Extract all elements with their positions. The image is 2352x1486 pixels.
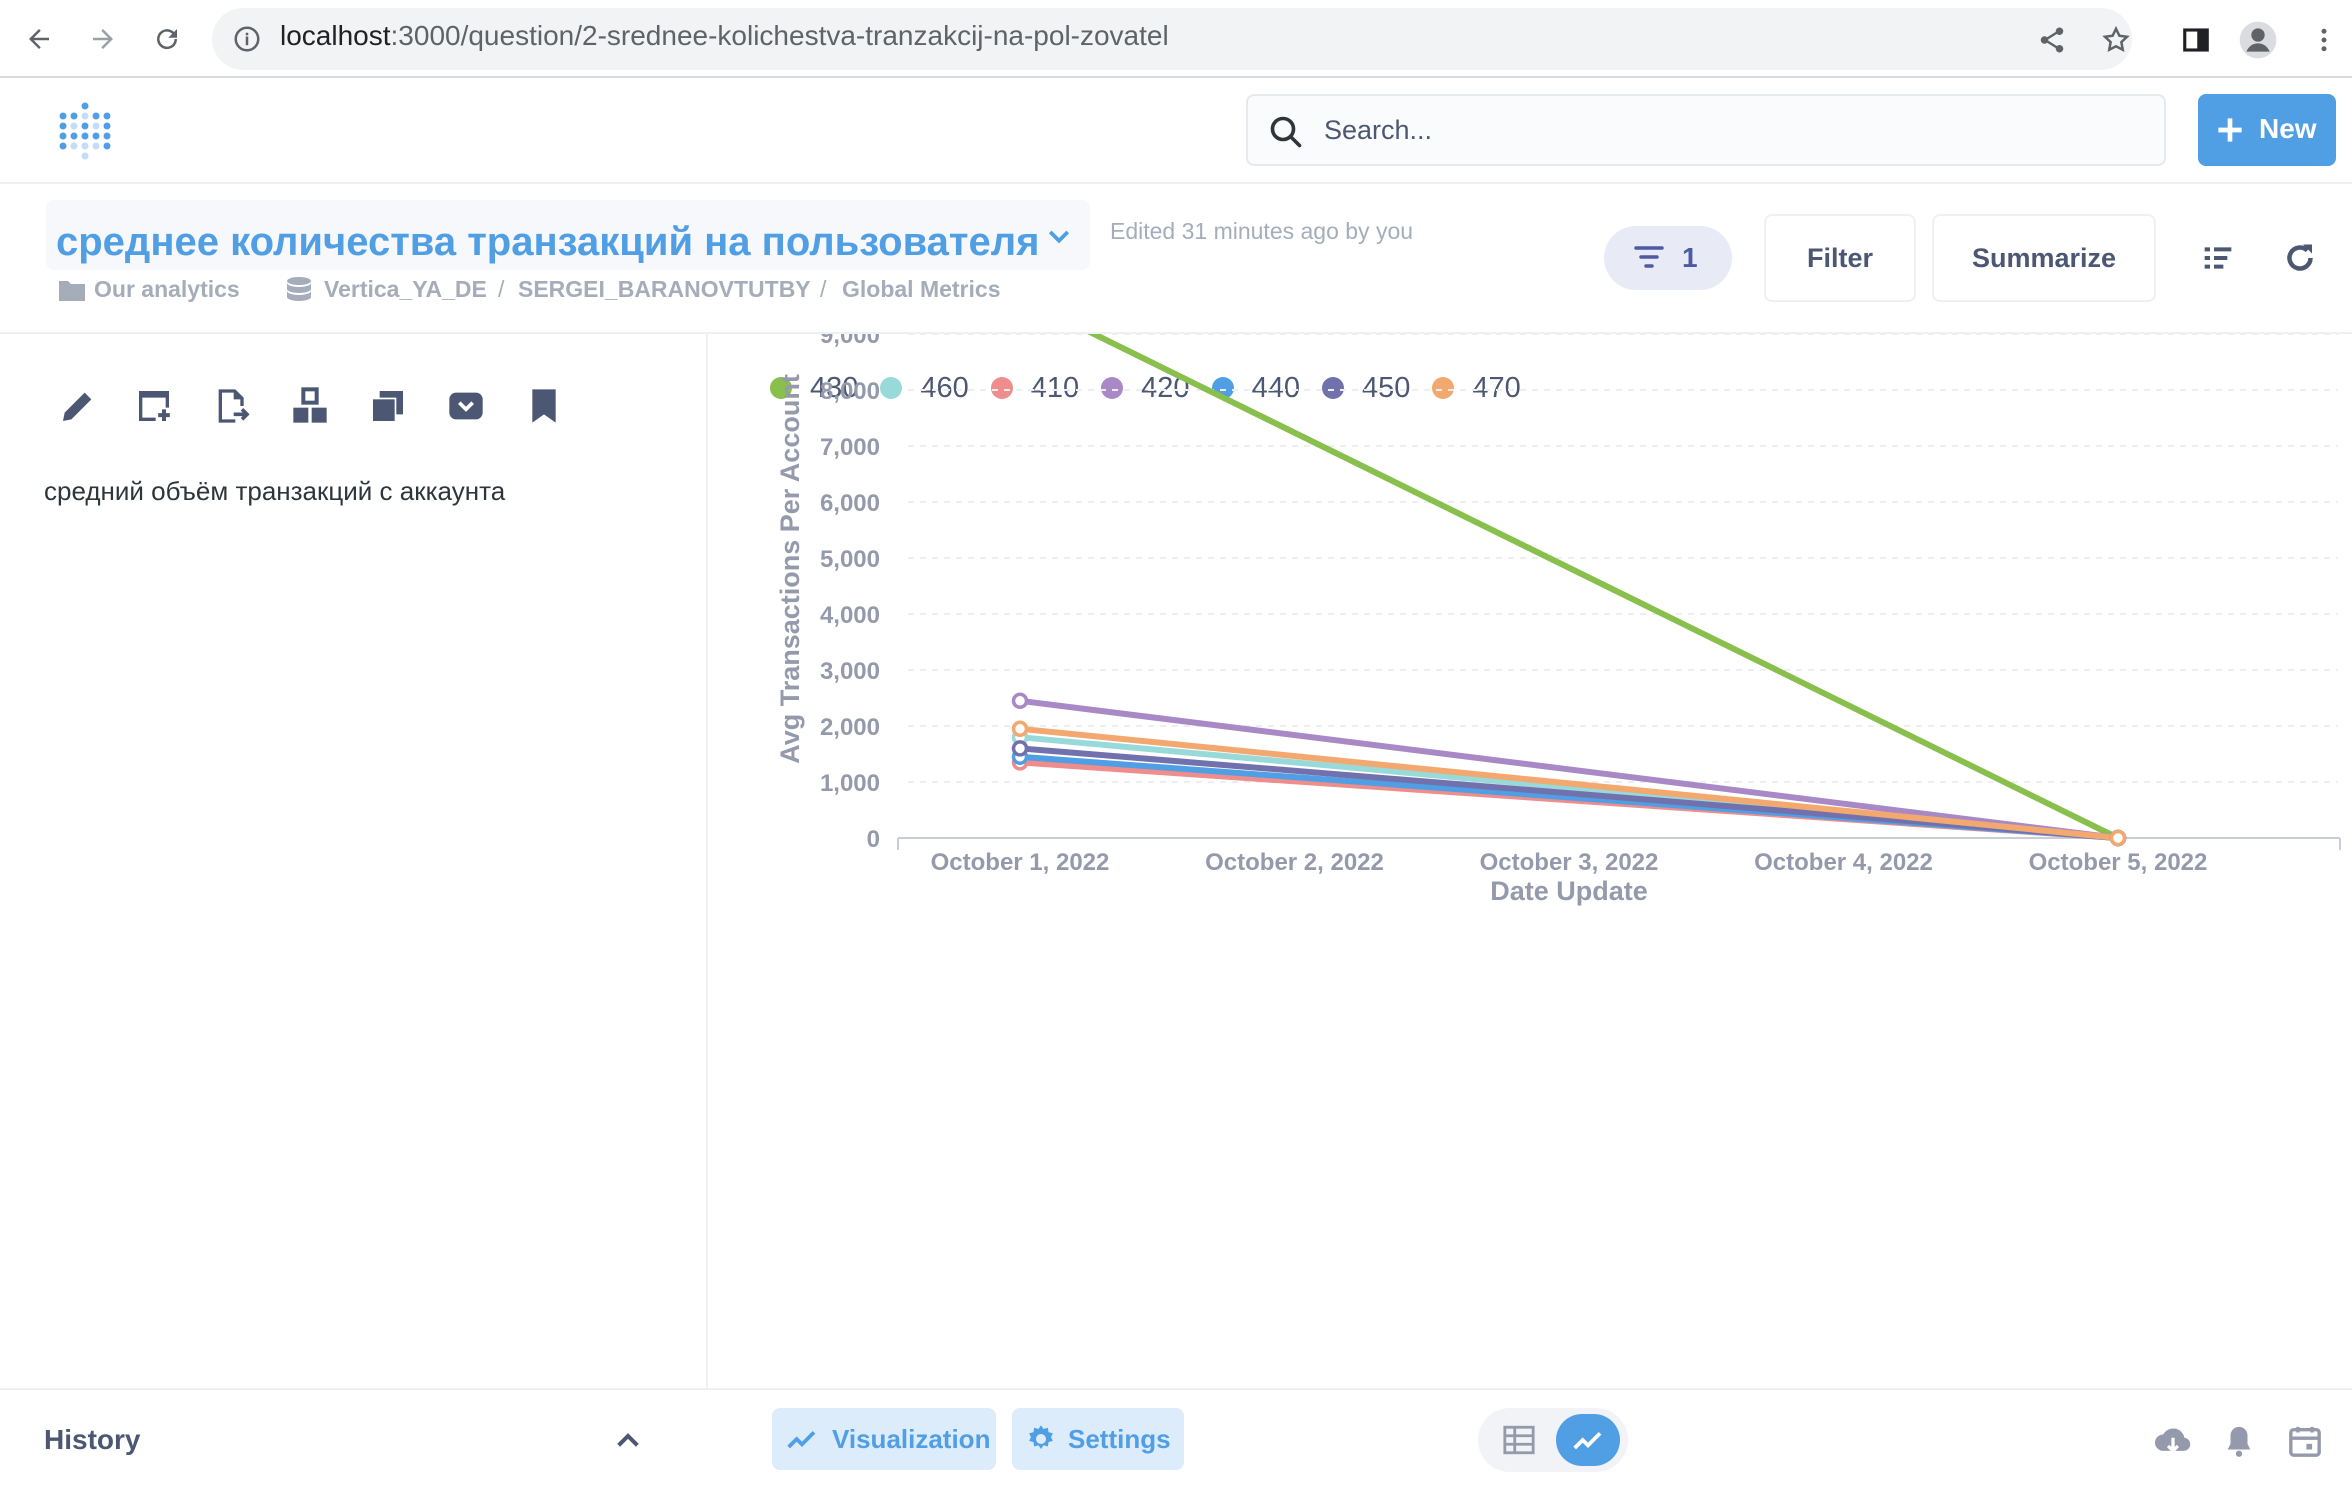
url-host: localhost (280, 20, 391, 51)
y-tick-label: 7,000 (820, 434, 880, 461)
visualization-button[interactable]: Visualization (772, 1408, 996, 1470)
chart-container: 430 460 410 420 440 450 470 0 1,000 2,000 3,000 4,… (708, 334, 2352, 1388)
filter-count-pill[interactable]: 1 (1604, 226, 1732, 290)
chevron-up-icon[interactable] (612, 1424, 644, 1461)
view-toggle[interactable] (1478, 1408, 1628, 1472)
new-button-label: New (2259, 113, 2317, 144)
edited-info[interactable]: Edited 31 minutes ago by you (1110, 218, 1413, 245)
info-sidebar: средний объём транзакций с аккаунта (0, 334, 708, 1388)
question-header: среднее количества транзакций на пользов… (0, 184, 2352, 334)
notebook-editor-icon[interactable] (2202, 242, 2234, 279)
pencil-icon[interactable] (52, 380, 104, 432)
data-point-450 (1011, 740, 1029, 757)
filter-count: 1 (1682, 242, 1698, 273)
data-point-420 (1011, 692, 1029, 710)
y-tick-label: 6,000 (820, 490, 880, 517)
history-label[interactable]: History (44, 1424, 140, 1456)
y-tick-label: 8,000 (820, 378, 880, 405)
filter-button[interactable]: Filter (1764, 214, 1916, 302)
y-tick-label: 4,000 (820, 602, 880, 629)
breadcrumb-separator: / (820, 276, 827, 302)
url-text[interactable]: localhost:3000/question/2-srednee-kolich… (280, 20, 1169, 52)
settings-button[interactable]: Settings (1012, 1408, 1184, 1470)
browser-toolbar: localhost:3000/question/2-srednee-kolich… (0, 0, 2352, 78)
data-point-470 (2109, 829, 2127, 847)
download-icon[interactable] (2152, 1420, 2194, 1462)
archive-icon[interactable] (440, 380, 492, 432)
settings-label: Settings (1068, 1423, 1171, 1454)
filter-icon (1634, 244, 1664, 277)
x-tick-label: October 1, 2022 (931, 849, 1110, 876)
search-placeholder: Search... (1324, 115, 1433, 145)
gear-icon (1026, 1424, 1056, 1454)
question-title-field[interactable]: среднее количества транзакций на пользов… (46, 200, 1090, 270)
metabase-logo-icon[interactable] (56, 100, 114, 162)
forward-icon[interactable] (80, 16, 126, 62)
model-icon[interactable] (284, 380, 336, 432)
breadcrumb-collection[interactable]: Our analytics (94, 276, 240, 303)
y-tick-label: 9,000 (820, 334, 880, 349)
bookmark-star-icon[interactable] (2094, 18, 2138, 62)
share-icon[interactable] (2030, 18, 2074, 62)
back-icon[interactable] (16, 16, 62, 62)
reload-icon[interactable] (144, 16, 190, 62)
x-axis-title: Date Update (1490, 876, 1648, 906)
x-tick-label: October 2, 2022 (1205, 849, 1384, 876)
duplicate-icon[interactable] (362, 380, 414, 432)
database-icon (286, 276, 312, 310)
table-view-icon[interactable] (1502, 1424, 1536, 1461)
x-tick-label: October 5, 2022 (2029, 849, 2208, 876)
new-button[interactable]: New (2198, 94, 2336, 166)
breadcrumb-schema[interactable]: SERGEI_BARANOVTUTBY (518, 276, 811, 303)
plot-group: 0 1,000 2,000 3,000 4,000 5,000 6,000 7,000 8,00… (775, 334, 2341, 906)
browser-menu-icon[interactable] (2302, 18, 2346, 62)
breadcrumb-table[interactable]: Global Metrics (842, 276, 1000, 303)
app-header: Search... New (0, 78, 2352, 184)
search-input[interactable]: Search... (1246, 94, 2166, 166)
y-tick-label: 0 (867, 826, 880, 853)
plus-icon (2216, 116, 2244, 149)
x-tick-label: October 4, 2022 (1754, 849, 1933, 876)
y-tick-label: 5,000 (820, 546, 880, 573)
chevron-down-icon[interactable] (1044, 222, 1074, 257)
move-icon[interactable] (206, 380, 258, 432)
y-axis-title: Avg Transactions Per Account (775, 374, 805, 764)
question-description[interactable]: средний объём транзакций с аккаунта (44, 476, 505, 507)
bell-icon[interactable] (2218, 1420, 2260, 1462)
visualization-label: Visualization (832, 1423, 991, 1454)
line-chart: 0 1,000 2,000 3,000 4,000 5,000 6,000 7,000 8,00… (775, 334, 2341, 906)
folder-icon (58, 278, 86, 308)
site-info-icon[interactable] (232, 24, 262, 59)
y-tick-label: 1,000 (820, 770, 880, 797)
summarize-button[interactable]: Summarize (1932, 214, 2156, 302)
search-icon (1268, 114, 1304, 155)
footer-bar: History Visualization Settings (0, 1388, 2352, 1486)
breadcrumb-separator: / (498, 276, 505, 302)
line-chart-icon (786, 1425, 818, 1453)
calendar-icon[interactable] (2284, 1420, 2326, 1462)
side-panel-icon[interactable] (2174, 18, 2218, 62)
y-tick-label: 2,000 (820, 714, 880, 741)
y-tick-label: 3,000 (820, 658, 880, 685)
series-line-470 (1017, 725, 2121, 841)
add-to-dashboard-icon[interactable] (128, 380, 180, 432)
x-tick-label: October 3, 2022 (1480, 849, 1659, 876)
breadcrumb-database[interactable]: Vertica_YA_DE (324, 276, 487, 303)
question-title[interactable]: среднее количества транзакций на пользов… (56, 220, 1039, 265)
profile-avatar-icon[interactable] (2236, 18, 2280, 62)
chart-view-icon[interactable] (1556, 1414, 1620, 1466)
bookmark-icon[interactable] (518, 380, 570, 432)
url-path: :3000/question/2-srednee-kolichestva-tra… (390, 20, 1169, 51)
data-point-470 (1011, 720, 1029, 738)
refresh-icon[interactable] (2282, 240, 2318, 281)
